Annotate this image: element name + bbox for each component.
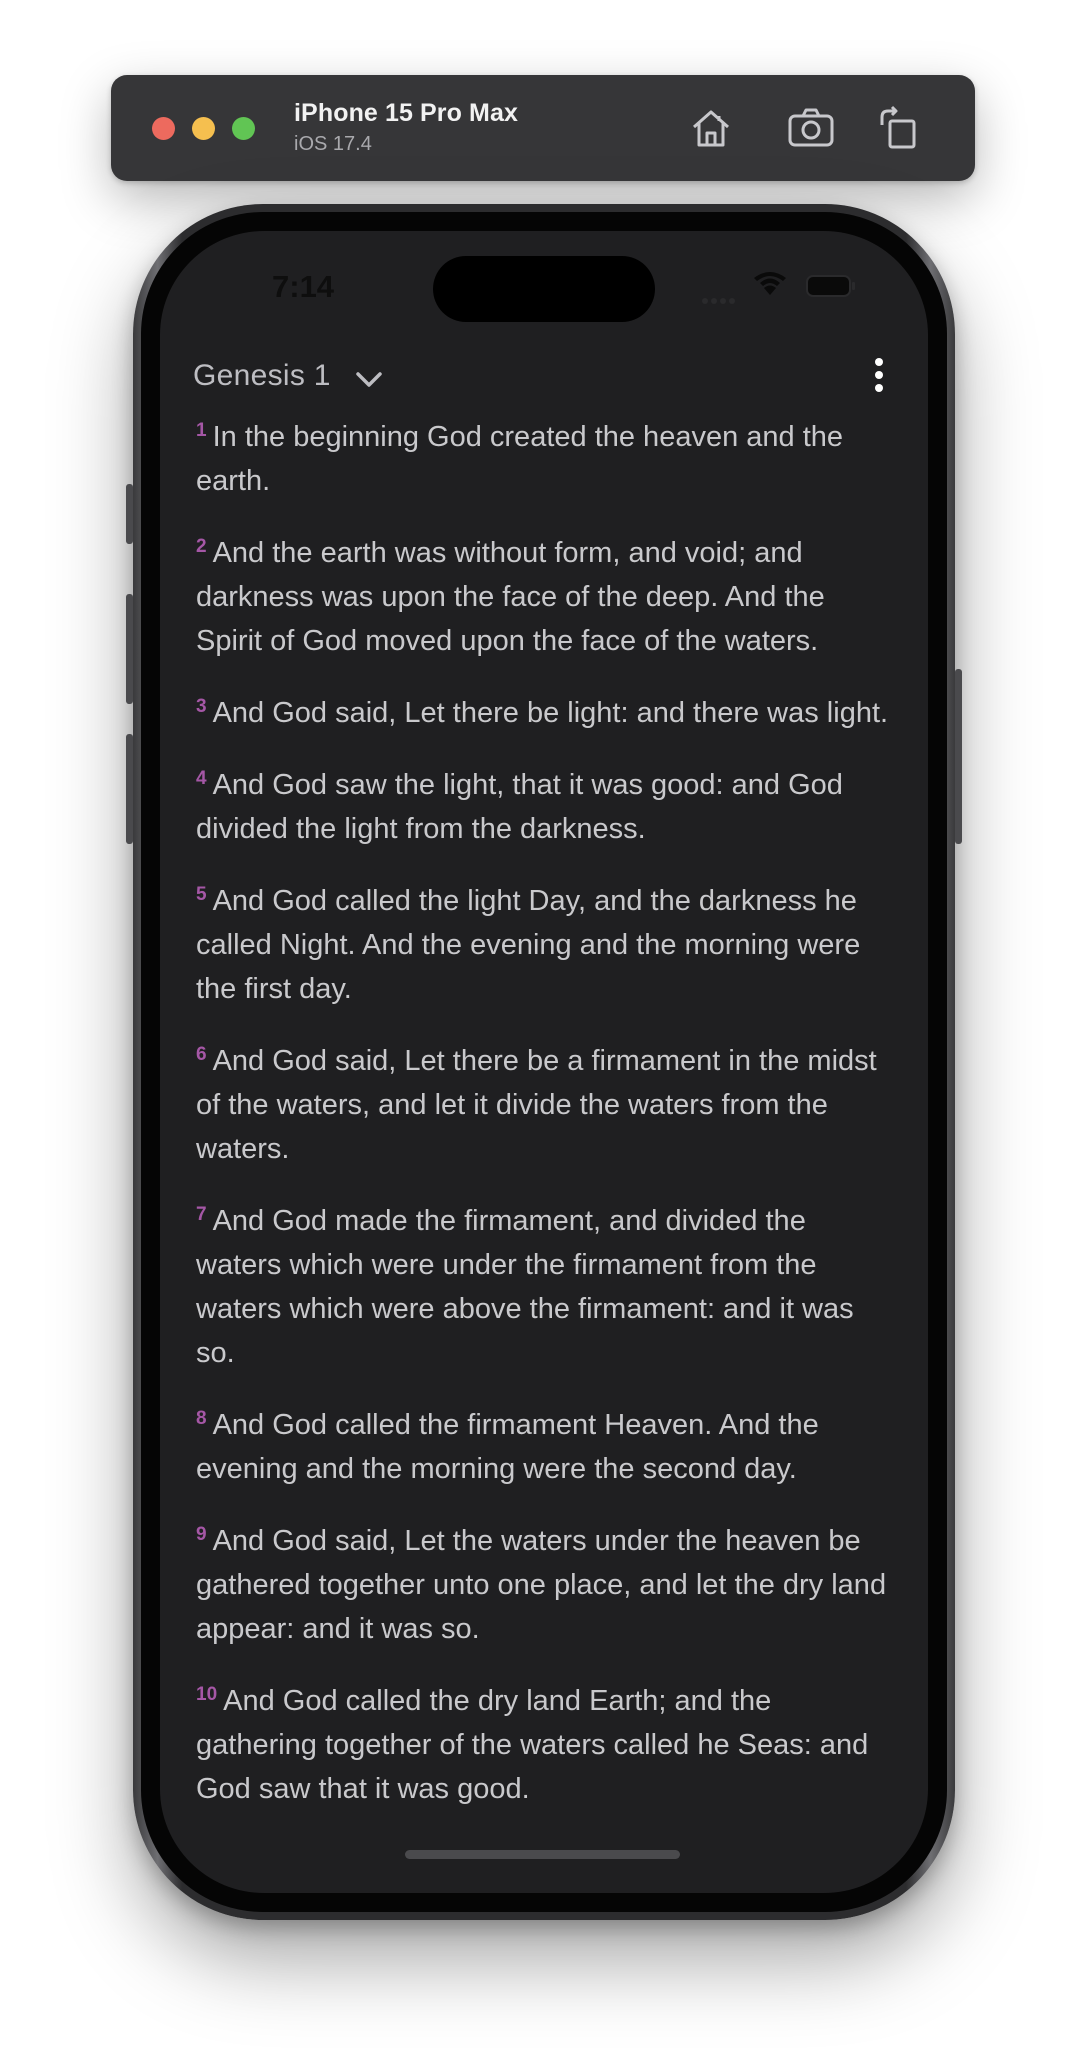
verse-list: 1 In the beginning God created the heaven… [196,409,896,1833]
zoom-window-button[interactable] [232,117,255,140]
verse-text: And God called the firmament Heaven. And… [196,1409,819,1485]
wifi-icon [754,272,786,295]
verse-number: 1 [196,420,207,441]
verse-number: 10 [196,1684,218,1705]
verse-text: And God made the firmament, and divided … [196,1205,854,1369]
power-button[interactable] [955,669,962,844]
screenshot-icon[interactable] [786,103,836,153]
minimize-window-button[interactable] [192,117,215,140]
dynamic-island [433,256,655,322]
close-window-button[interactable] [152,117,175,140]
chevron-down-icon[interactable] [355,369,383,391]
verse-number: 7 [196,1204,207,1225]
verse-number: 6 [196,1044,207,1065]
app-screen: 7:14 Genesis 1 1 In the beginning God cr… [160,231,928,1893]
verse[interactable]: 4 And God saw the light, that it was good… [196,757,896,851]
volume-up-button[interactable] [126,594,133,704]
verse-text: And God called the light Day, and the da… [196,885,861,1005]
verse-number: 2 [196,536,207,557]
chapter-selector[interactable]: Genesis 1 [193,359,331,393]
verse[interactable]: 2 And the earth was without form, and voi… [196,525,896,663]
verse[interactable]: 1 In the beginning God created the heaven… [196,409,896,503]
verse[interactable]: 10 And God called the dry land Earth; and… [196,1673,896,1811]
os-version: iOS 17.4 [294,133,372,155]
verse[interactable]: 3 And God said, Let there be light: and t… [196,685,896,735]
verse-number: 4 [196,768,207,789]
status-time: 7:14 [272,269,335,304]
verse[interactable]: 5 And God called the light Day, and the d… [196,873,896,1011]
device-name: iPhone 15 Pro Max [294,99,518,127]
verse-number: 5 [196,884,207,905]
rotate-icon[interactable] [874,103,924,153]
action-button[interactable] [126,484,133,544]
simulator-toolbar: iPhone 15 Pro Max iOS 17.4 [111,75,975,181]
home-icon[interactable] [686,103,736,153]
verse-text: And God called the dry land Earth; and t… [196,1685,869,1805]
battery-icon [806,275,855,297]
verse-number: 9 [196,1524,207,1545]
verse-text: And God said, Let there be a firmament i… [196,1045,877,1165]
chapter-header: Genesis 1 [193,349,893,405]
verse[interactable]: 7 And God made the firmament, and divided… [196,1193,896,1375]
home-indicator[interactable] [405,1850,680,1859]
verse-text: And God said, Let there be light: and th… [212,697,889,729]
verse[interactable]: 9 And God said, Let the waters under the … [196,1513,896,1651]
verse[interactable]: 6 And God said, Let there be a firmament … [196,1033,896,1171]
verse[interactable]: 8 And God called the firmament Heaven. An… [196,1397,896,1491]
cellular-signal-icon [702,291,738,309]
volume-down-button[interactable] [126,734,133,844]
verse-text: And God said, Let the waters under the h… [196,1525,887,1645]
iphone-frame: 7:14 Genesis 1 1 In the beginning God cr… [126,204,962,1920]
verse-text: In the beginning God created the heaven … [196,421,844,497]
verse-text: And God saw the light, that it was good:… [196,769,843,845]
verse-number: 3 [196,696,207,717]
verse-text: And the earth was without form, and void… [196,537,825,657]
more-options-icon[interactable] [865,355,893,395]
verse-number: 8 [196,1408,207,1429]
